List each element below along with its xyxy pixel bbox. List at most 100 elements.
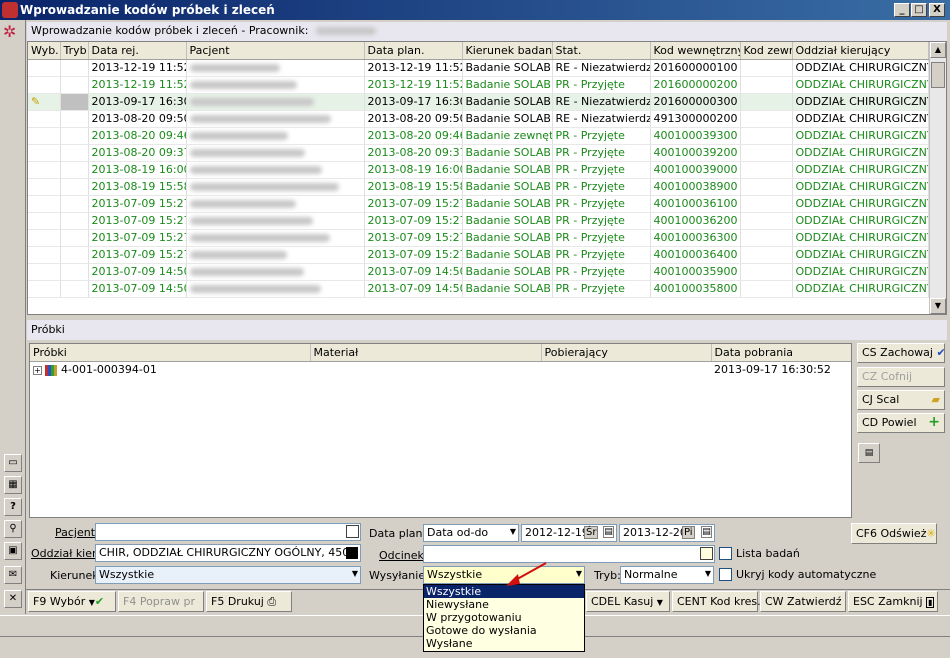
selection-cell [28,110,61,128]
status-cell: RE - Niezatwierdzon [552,59,651,77]
orders-grid[interactable]: Wyb. Tryb Data rej. Pacjent Data plan. K… [27,41,947,315]
maximize-button[interactable]: □ [911,3,927,17]
samples-grid[interactable]: Próbki Materiał Pobierający Data pobrani… [29,343,852,518]
print-button[interactable]: F5 Drukuj ⎙ [206,591,292,612]
external-code-cell [740,178,793,196]
sending-value: Wszystkie [427,568,483,581]
copy-icon[interactable]: ▤ [858,443,880,463]
close-x-icon[interactable]: ✕ [4,590,22,608]
table-row[interactable]: 2013-08-20 09:50 2013-08-20 09:50 Badanie … [28,110,929,128]
dept-picker-icon[interactable] [346,547,358,559]
orders-scrollbar[interactable]: ▲ ▼ [929,42,946,314]
dropdown-option[interactable]: Niewysłane [424,598,584,611]
delete-button[interactable]: CDEL Kasuj ▼ [586,591,670,612]
external-code-cell [740,212,793,230]
col-header[interactable]: Wyb. [28,42,61,60]
table-row[interactable]: 2013-07-09 15:27 2013-07-09 15:27 Badanie … [28,246,929,264]
dropdown-option[interactable]: W przygotowaniu [424,611,584,624]
table-row[interactable]: 2013-12-19 11:52 2013-12-19 11:52 Badanie … [28,76,929,94]
date-to-input[interactable]: 2013-12-20 Pi ▤ [619,524,715,542]
card-icon[interactable]: ▣ [4,542,22,560]
hide-auto-codes-checkbox[interactable] [719,568,732,581]
search-icon[interactable]: ⚲ [4,520,22,538]
col-header[interactable]: Oddział kierujący [792,42,929,60]
redacted-patient [189,115,331,123]
refresh-button[interactable]: CF6 Odśwież✳ [851,523,937,544]
date-mode-select[interactable]: Data od-do ▼ [423,524,519,542]
approve-label: CW Zatwierdź [765,595,842,608]
list-tests-checkbox[interactable] [719,547,732,560]
calculator-icon[interactable]: ▦ [4,476,22,494]
col-header[interactable]: Tryb [60,42,89,60]
date-from-input[interactable]: 2012-12-19 Śr ▤ [521,524,617,542]
approve-button[interactable]: CW Zatwierdź [760,591,846,612]
table-row[interactable]: 2013-08-20 09:46 2013-08-20 09:46 Badanie … [28,127,929,145]
redacted-patient [189,98,314,106]
code-cell: 400100039200 [650,144,741,162]
barcode-label: CENT Kod kres. [677,595,761,608]
samples-panel-header: Próbki [27,320,947,340]
col-header[interactable]: Stat. [552,42,651,60]
col-header[interactable]: Próbki [30,344,311,362]
calendar-icon[interactable]: ▤ [603,526,614,538]
patient-cell [186,110,365,128]
pencil-icon: ✎ [31,95,41,108]
table-row[interactable]: 2013-07-09 15:27 2013-07-09 15:27 Badanie … [28,229,929,247]
close-button[interactable]: X [929,3,945,17]
barcode-button[interactable]: CENT Kod kres. [672,591,761,612]
calendar-icon[interactable]: ▤ [701,526,712,538]
col-header[interactable]: Pacjent [186,42,365,60]
col-header[interactable]: Kod zewn [740,42,793,60]
merge-button[interactable]: CJ Scal ▰ [857,390,945,410]
fix-sample-button[interactable]: F4 Popraw pr [118,591,204,612]
select-button[interactable]: F9 Wybór ▼✔ [28,591,116,612]
scroll-up-icon[interactable]: ▲ [930,42,946,58]
exit-icon: ▮ [926,597,935,608]
undo-button[interactable]: CZ Cofnij [857,367,945,387]
direction-cell: Badanie SOLAB [462,195,553,213]
direction-cell: Badanie SOLAB [462,280,553,298]
repeat-button[interactable]: CD Powiel + [857,413,945,433]
table-row[interactable]: 2013-07-09 14:50 2013-07-09 14:50 Badanie … [28,280,929,298]
patient-input[interactable] [95,523,361,541]
selection-cell [28,161,61,179]
mode-select[interactable]: Normalne ▼ [620,566,714,584]
table-row[interactable]: 2013-08-19 15:58 2013-08-19 15:58 Badanie … [28,178,929,196]
table-row[interactable]: 2013-07-09 15:27 2013-07-09 15:27 Badanie … [28,212,929,230]
close-window-button[interactable]: ESC Zamknij ▮ [848,591,938,612]
table-row[interactable]: 2013-08-20 09:37 2013-08-20 09:37 Badanie … [28,144,929,162]
sending-dropdown-list[interactable]: Wszystkie Niewysłane W przygotowaniu Got… [423,584,585,652]
patient-cell [186,161,365,179]
dropdown-option[interactable]: Wysłane [424,637,584,650]
table-row[interactable]: ✎ 2013-09-17 16:30 2013-09-17 16:30 Badanie… [28,93,929,111]
scroll-thumb[interactable] [931,62,945,88]
sample-row[interactable]: +4-001-000394-01 2013-09-17 16:30:52 [30,361,851,378]
mail-icon[interactable]: ✉ [4,566,22,584]
table-row[interactable]: 2013-12-19 11:52 2013-12-19 11:52 Badanie … [28,59,929,77]
external-code-cell [740,59,793,77]
col-header[interactable]: Data pobrania [711,344,851,362]
section-picker-icon[interactable] [700,547,713,560]
col-header[interactable]: Data rej. [88,42,187,60]
table-row[interactable]: 2013-07-09 15:27 2013-07-09 15:27 Badanie … [28,195,929,213]
table-row[interactable]: 2013-07-09 14:50 2013-07-09 14:50 Badanie … [28,263,929,281]
dept-input[interactable]: CHIR, ODDZIAŁ CHIRURGICZNY OGÓLNY, 4500 [95,544,361,562]
monitor-icon[interactable]: ▭ [4,454,22,472]
dropdown-option[interactable]: Gotowe do wysłania [424,624,584,637]
minimize-button[interactable]: _ [894,3,910,17]
patient-picker-icon[interactable] [346,525,359,538]
col-header[interactable]: Materiał [310,344,542,362]
save-button[interactable]: CS Zachowaj ✔ [857,343,946,363]
mode-cell [60,212,89,230]
section-input[interactable] [423,545,715,563]
table-row[interactable]: 2013-08-19 16:00 2013-08-19 16:00 Badanie … [28,161,929,179]
col-header[interactable]: Kod wewnętrzny [650,42,741,60]
date-from-value: 2012-12-19 [525,526,589,539]
help-icon[interactable]: ? [4,498,22,516]
expand-icon[interactable]: + [33,366,42,376]
col-header[interactable]: Kierunek badania [462,42,553,60]
direction-select[interactable]: Wszystkie ▼ [95,566,361,584]
col-header[interactable]: Data plan. [364,42,463,60]
scroll-down-icon[interactable]: ▼ [930,298,946,314]
col-header[interactable]: Pobierający [541,344,712,362]
